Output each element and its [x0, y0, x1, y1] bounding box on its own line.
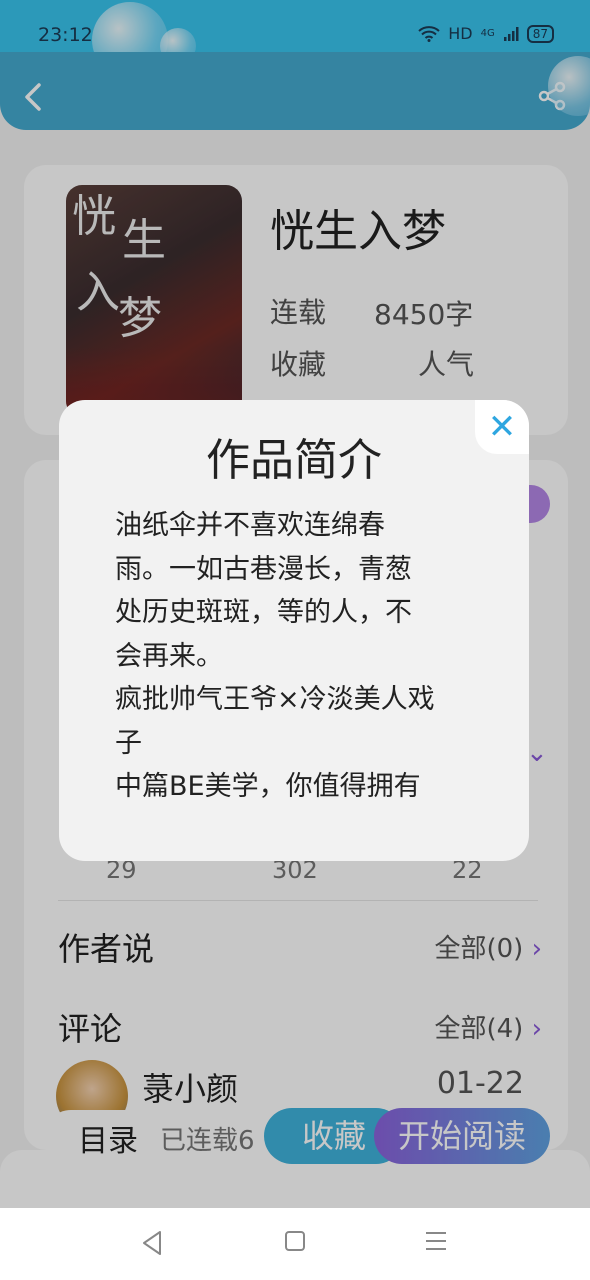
synopsis-paragraph: 疯批帅气王爷×冷淡美人戏 子 [115, 684, 435, 759]
synopsis-modal: 作品简介 ✕ 油纸伞并不喜欢连绵春 雨。一如古巷漫长，青葱 处历史斑斑，等的人，… [59, 400, 529, 861]
modal-title: 作品简介 [206, 435, 382, 486]
triangle-back-icon[interactable] [140, 1230, 164, 1256]
system-nav-bar [0, 1208, 590, 1280]
synopsis-paragraph: 中篇BE美学，你值得拥有 [115, 771, 421, 802]
menu-lines-icon[interactable] [424, 1230, 448, 1252]
synopsis-text: 油纸伞并不喜欢连绵春 雨。一如古巷漫长，青葱 处历史斑斑，等的人，不 会再来。 … [115, 504, 475, 809]
close-icon[interactable]: ✕ [475, 400, 529, 454]
square-home-icon[interactable] [284, 1230, 306, 1252]
synopsis-paragraph: 油纸伞并不喜欢连绵春 雨。一如古巷漫长，青葱 处历史斑斑，等的人，不 会再来。 [115, 510, 412, 672]
